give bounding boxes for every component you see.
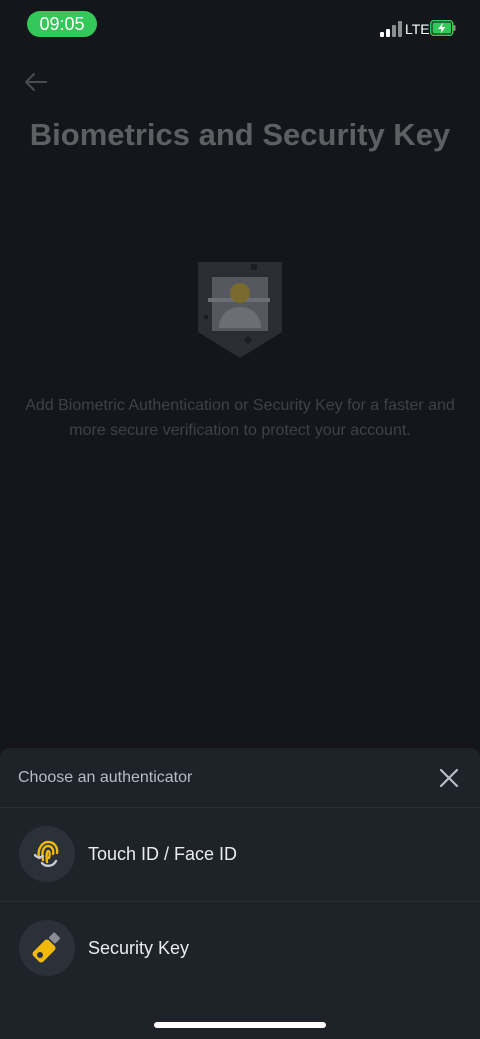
- status-bar: 09:05 LTE: [0, 0, 480, 48]
- shield-portrait-icon: [198, 262, 282, 358]
- network-type: LTE: [405, 21, 430, 37]
- option-label: Security Key: [88, 938, 190, 958]
- status-time: 09:05: [27, 11, 97, 37]
- arrow-left-icon[interactable]: [22, 68, 50, 96]
- page-title: Biometrics and Security Key: [29, 117, 451, 152]
- close-icon[interactable]: [436, 765, 462, 791]
- authenticator-sheet: Choose an authenticator Touch ID / Face …: [0, 748, 480, 1039]
- fingerprint-icon: [19, 826, 75, 882]
- signal-icon: [380, 21, 402, 37]
- usb-key-icon: [19, 920, 75, 976]
- option-security-key[interactable]: Security Key: [0, 902, 480, 995]
- option-label: Touch ID / Face ID: [88, 844, 238, 864]
- home-indicator[interactable]: [154, 1022, 326, 1028]
- option-touch-face-id[interactable]: Touch ID / Face ID: [0, 808, 480, 902]
- sheet-header: Choose an authenticator: [0, 748, 480, 808]
- page-description: Add Biometric Authentication or Security…: [25, 397, 455, 439]
- battery-charging-icon: [430, 20, 456, 36]
- sheet-title: Choose an authenticator: [18, 769, 193, 786]
- screen: 09:05 LTE Biometrics and Security Key Ad…: [0, 0, 480, 1039]
